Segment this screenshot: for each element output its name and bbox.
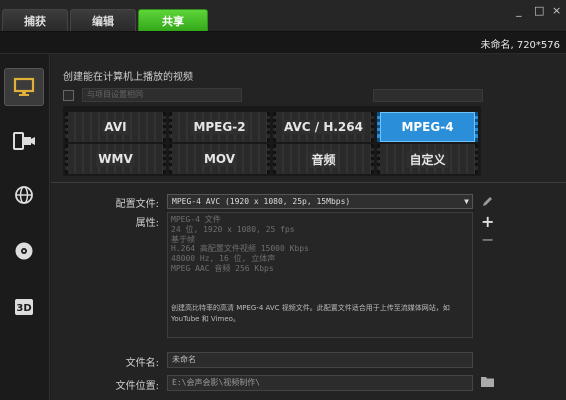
- match-project-dropdown[interactable]: 与项目设置相同: [82, 88, 242, 102]
- sidebar: 3D: [0, 54, 50, 400]
- property-line: H.264 高配置文件视频 15000 Kbps: [171, 244, 309, 254]
- properties-text: MPEG-4 文件 24 位, 1920 x 1080, 25 fps 基于帧 H.2…: [171, 215, 309, 274]
- chevron-down-icon: ▼: [464, 197, 469, 206]
- tab-capture[interactable]: 捕获: [2, 9, 68, 31]
- edit-pencil-icon[interactable]: [481, 196, 493, 208]
- property-line: 基于帧: [171, 234, 195, 244]
- share-panel: 创建能在计算机上播放的视频 与项目设置相同 AVI MPEG-2 AVC / H…: [51, 54, 566, 400]
- disc-icon: [15, 242, 33, 260]
- format-avc-button[interactable]: AVC / H.264: [273, 112, 374, 142]
- sidebar-item-3d[interactable]: 3D: [4, 288, 44, 326]
- project-name: 未命名, 720*576: [480, 40, 560, 51]
- file-location-label: 文件位置:: [115, 381, 159, 392]
- device-icon: [13, 132, 35, 150]
- minimize-button[interactable]: _: [516, 4, 522, 17]
- format-mpeg4-button[interactable]: MPEG-4: [377, 112, 478, 142]
- property-line: 24 位, 1920 x 1080, 25 fps: [171, 224, 295, 234]
- sidebar-item-disc[interactable]: [4, 232, 44, 270]
- sidebar-item-device[interactable]: [4, 122, 44, 160]
- properties-box: MPEG-4 文件 24 位, 1920 x 1080, 25 fps 基于帧 H.2…: [167, 212, 473, 338]
- svg-text:3D: 3D: [16, 303, 31, 314]
- file-name-input[interactable]: 未命名: [167, 352, 473, 368]
- sidebar-item-computer[interactable]: [4, 68, 44, 106]
- format-grid: AVI MPEG-2 AVC / H.264 MPEG-4 WMV MOV 音频…: [63, 106, 481, 176]
- property-line: MPEG-4 文件: [171, 215, 221, 224]
- file-name-label: 文件名:: [125, 358, 159, 369]
- format-wmv-button[interactable]: WMV: [65, 144, 166, 174]
- divider: [51, 182, 566, 183]
- sidebar-item-web[interactable]: [4, 176, 44, 214]
- tab-share[interactable]: 共享: [138, 9, 208, 31]
- property-line: MPEG AAC 音频 256 Kbps: [171, 263, 274, 273]
- config-file-label: 配置文件:: [115, 199, 159, 210]
- remove-profile-button[interactable]: −: [481, 230, 494, 249]
- secondary-dropdown[interactable]: [373, 89, 483, 102]
- computer-icon: [13, 77, 35, 96]
- file-location-input[interactable]: E:\会声会影\视频制作\: [167, 375, 473, 391]
- globe-icon: [15, 186, 33, 204]
- properties-label: 属性:: [135, 218, 159, 229]
- format-mpeg2-button[interactable]: MPEG-2: [169, 112, 270, 142]
- tab-edit[interactable]: 编辑: [70, 9, 136, 31]
- restore-button[interactable]: □: [534, 4, 544, 17]
- profile-description: 创建高比特率的高清 MPEG-4 AVC 视频文件。此配置文件适合用于上传至流媒…: [171, 304, 450, 323]
- match-project-checkbox[interactable]: [63, 89, 74, 101]
- close-button[interactable]: ×: [552, 4, 561, 17]
- property-line: 48000 Hz, 16 位, 立体声: [171, 254, 276, 264]
- top-tab-bar: 捕获 编辑 共享 _ □ ×: [0, 0, 566, 32]
- format-mov-button[interactable]: MOV: [169, 144, 270, 174]
- 3d-icon: 3D: [15, 299, 33, 315]
- format-audio-button[interactable]: 音频: [273, 144, 374, 174]
- config-file-value: MPEG-4 AVC (1920 x 1080, 25p, 15Mbps): [172, 197, 351, 206]
- folder-icon[interactable]: [481, 376, 494, 387]
- project-info-bar: 未命名, 720*576: [0, 32, 566, 54]
- section-heading: 创建能在计算机上播放的视频: [63, 72, 193, 83]
- format-custom-button[interactable]: 自定义: [377, 144, 478, 174]
- add-profile-button[interactable]: +: [481, 212, 494, 231]
- config-file-dropdown[interactable]: MPEG-4 AVC (1920 x 1080, 25p, 15Mbps) ▼: [167, 194, 473, 209]
- format-avi-button[interactable]: AVI: [65, 112, 166, 142]
